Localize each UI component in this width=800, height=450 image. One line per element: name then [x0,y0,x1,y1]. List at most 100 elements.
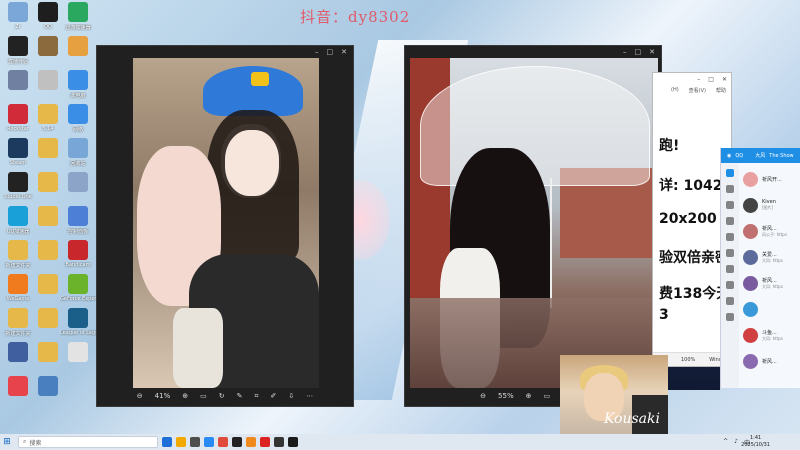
app-icon [8,138,28,158]
desktop-icon[interactable]: 迅游加速器 [60,2,96,31]
crop-icon[interactable]: ⌗ [254,392,258,401]
chat-row[interactable]: 关爱... 大风: https [743,246,800,268]
draw-icon[interactable]: ✐ [270,392,276,400]
desktop-icon-label: 回收站 [70,161,86,167]
chat-row[interactable]: Kiven [图片] [743,194,800,216]
zoom-in-icon[interactable]: ⊕ [526,392,532,400]
chat-preview: 风公子: https [762,231,787,237]
app-icon [8,240,28,260]
zoom-in-icon[interactable]: ⊕ [182,392,188,400]
minimize-icon[interactable]: – [623,48,627,56]
taskbar-app-icon[interactable] [288,437,298,447]
window-controls: – □ ✕ [653,73,731,85]
photo-viewer-right[interactable]: – □ ✕ ⊖ 55% ⊕ ▭ ↻ ✎ [404,45,662,407]
channel-icon[interactable] [726,217,734,225]
taskbar-app-icon[interactable] [190,437,200,447]
space-icon[interactable] [726,201,734,209]
app-icon [8,172,28,192]
menu-item[interactable]: 查看(V) [689,87,706,94]
menu-item[interactable]: (H) [671,87,679,93]
taskbar-app-icon[interactable] [162,437,172,447]
zoom-out-icon[interactable]: ⊖ [137,392,143,400]
volume-icon[interactable]: ♪ [734,438,738,447]
zoom-out-icon[interactable]: ⊖ [480,392,486,400]
chat-name: 祈风开... [762,176,782,183]
app-icon [38,172,58,192]
windows-start-icon[interactable]: ⊞ [0,437,14,447]
app-icon [38,342,58,362]
close-icon[interactable]: ✕ [649,48,655,56]
actual-size-icon[interactable]: ▭ [200,392,207,400]
taskbar-app-icon[interactable] [274,437,284,447]
close-icon[interactable]: ✕ [341,48,347,56]
menu-icon[interactable] [726,313,734,321]
edit-icon[interactable]: ✎ [237,392,243,400]
qq-chat-panel[interactable]: ◉ QQ 大风 The Show 祈风开... Kiven [图片] 祈风... 风公子… [720,148,800,388]
taskbar-apps [158,437,298,447]
chat-text: 关爱... 大风: https [762,251,783,264]
apps-icon[interactable] [726,265,734,273]
taskbar-app-icon[interactable] [204,437,214,447]
maximize-icon[interactable]: □ [635,48,642,56]
desktop-icon[interactable] [30,376,66,398]
desktop-icon[interactable]: 此电脑 [60,70,96,99]
taskbar-search[interactable]: ⌕ 搜索 [18,436,158,448]
chat-preview: [图片] [762,205,774,210]
mail-icon[interactable] [726,281,734,289]
contacts-icon[interactable] [726,185,734,193]
maximize-icon[interactable]: □ [708,76,714,83]
actual-size-icon[interactable]: ▭ [543,392,550,400]
app-icon [68,36,88,56]
chat-row[interactable]: 斗鱼... 大风: https [743,324,800,346]
chat-icon[interactable] [726,169,734,177]
desktop-icon[interactable]: 网络 [60,104,96,133]
desktop-icon-label: League of Legends [60,330,96,336]
umbrella-handle [550,178,552,308]
taskbar-app-icon[interactable] [260,437,270,447]
taskbar-app-icon[interactable] [246,437,256,447]
zoom-level: 41% [154,392,171,400]
chat-row[interactable]: 祈风... 大风: https [743,272,800,294]
app-icon [68,70,88,90]
desktop-icon[interactable]: 回收站 [60,138,96,167]
desktop-icon[interactable]: 控制面板 [60,206,96,235]
taskbar-app-icon[interactable] [232,437,242,447]
minimize-icon[interactable]: – [315,48,319,56]
minimize-icon[interactable]: – [697,76,700,83]
chat-row[interactable]: 祈风... [743,350,800,372]
desktop-icon-label: Studio One [4,194,32,200]
photo-viewer-left[interactable]: – □ ✕ ⊖ 41% ⊕ ▭ ↻ ✎ ⌗ ✐ ⇩ ⋯ [96,45,354,407]
app-icon [8,36,28,56]
app-icon [68,308,88,328]
maximize-icon[interactable]: □ [327,48,334,56]
chat-text: Kiven [图片] [762,199,776,211]
app-icon [38,240,58,260]
tray-chevron-icon[interactable]: ^ [723,438,728,447]
desktop-icon[interactable]: League of Legends [60,308,96,336]
qq-logo-icon: ◉ [727,152,732,159]
game-icon[interactable] [726,233,734,241]
more-icon[interactable]: ⋯ [306,392,313,400]
app-icon [68,274,88,294]
discover-icon[interactable] [726,249,734,257]
desktop-icon[interactable]: GeForce Experience [60,274,96,302]
taskbar-app-icon[interactable] [218,437,228,447]
chat-row[interactable] [743,298,800,320]
desktop-icon[interactable]: Bandicam [60,240,96,268]
desktop-icon[interactable] [60,36,96,58]
desktop-icon-label: 网络 [72,127,83,133]
qq-title: The Show [769,152,794,159]
app-icon [8,70,28,90]
taskbar-clock[interactable]: 1:41 2025/10/31 [741,435,770,449]
chat-row[interactable]: 祈风开... [743,168,800,190]
menu-item[interactable]: 帮助 [716,87,726,94]
taskbar-app-icon[interactable] [176,437,186,447]
desktop-icon[interactable] [60,172,96,194]
desktop-icon[interactable] [60,342,96,364]
chat-row[interactable]: 祈风... 风公子: https [743,220,800,242]
close-icon[interactable]: ✕ [722,76,727,83]
app-icon [38,104,58,124]
download-icon[interactable]: ⇩ [288,392,294,400]
phone-icon[interactable] [726,297,734,305]
rotate-icon[interactable]: ↻ [219,392,225,400]
